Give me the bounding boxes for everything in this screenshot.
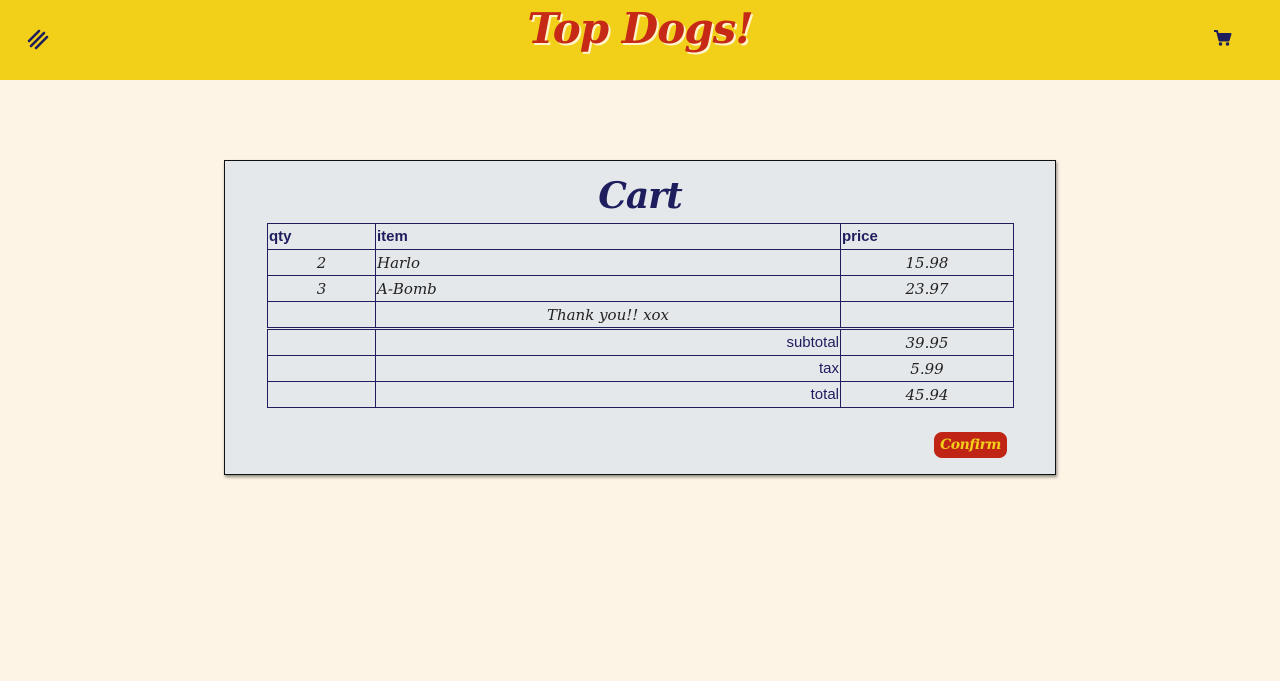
row-item: Harlo xyxy=(375,249,841,276)
row-price: 15.98 xyxy=(840,249,1014,276)
brand-logo: Top Dogs! xyxy=(0,4,1280,53)
empty-cell xyxy=(840,301,1014,330)
row-item: A-Bomb xyxy=(375,275,841,302)
cart-table: qty item price 2 Harlo 15.98 3 A-Bomb 23… xyxy=(267,223,1014,408)
empty-cell xyxy=(267,301,376,330)
note-row: Thank you!! xox xyxy=(267,301,1014,330)
brand-title[interactable]: Top Dogs! xyxy=(527,4,753,53)
summary-row: subtotal 39.95 xyxy=(267,328,1014,356)
column-header-price: price xyxy=(840,223,1014,250)
row-qty: 2 xyxy=(267,249,376,276)
cart-card: Cart qty item price 2 Harlo 15.98 3 A-Bo… xyxy=(224,160,1056,475)
table-header-row: qty item price xyxy=(267,223,1014,250)
total-value: 45.94 xyxy=(840,381,1014,408)
subtotal-label: subtotal xyxy=(375,328,841,356)
empty-cell xyxy=(267,328,376,356)
table-row: 3 A-Bomb 23.97 xyxy=(267,275,1014,302)
cart-title: Cart xyxy=(598,175,683,217)
tax-label: tax xyxy=(375,355,841,382)
tax-value: 5.99 xyxy=(840,355,1014,382)
thank-you-note: Thank you!! xox xyxy=(375,301,841,330)
top-nav-bar: Top Dogs! xyxy=(0,0,1280,80)
table-row: 2 Harlo 15.98 xyxy=(267,249,1014,276)
row-qty: 3 xyxy=(267,275,376,302)
summary-row: tax 5.99 xyxy=(267,355,1014,382)
column-header-item: item xyxy=(375,223,841,250)
row-price: 23.97 xyxy=(840,275,1014,302)
hotdog-menu-icon[interactable] xyxy=(27,28,49,50)
summary-row: total 45.94 xyxy=(267,381,1014,408)
subtotal-value: 39.95 xyxy=(840,328,1014,356)
empty-cell xyxy=(267,355,376,382)
confirm-button[interactable]: Confirm xyxy=(934,432,1007,458)
column-header-qty: qty xyxy=(267,223,376,250)
empty-cell xyxy=(267,381,376,408)
shopping-cart-icon[interactable] xyxy=(1213,29,1233,47)
total-label: total xyxy=(375,381,841,408)
